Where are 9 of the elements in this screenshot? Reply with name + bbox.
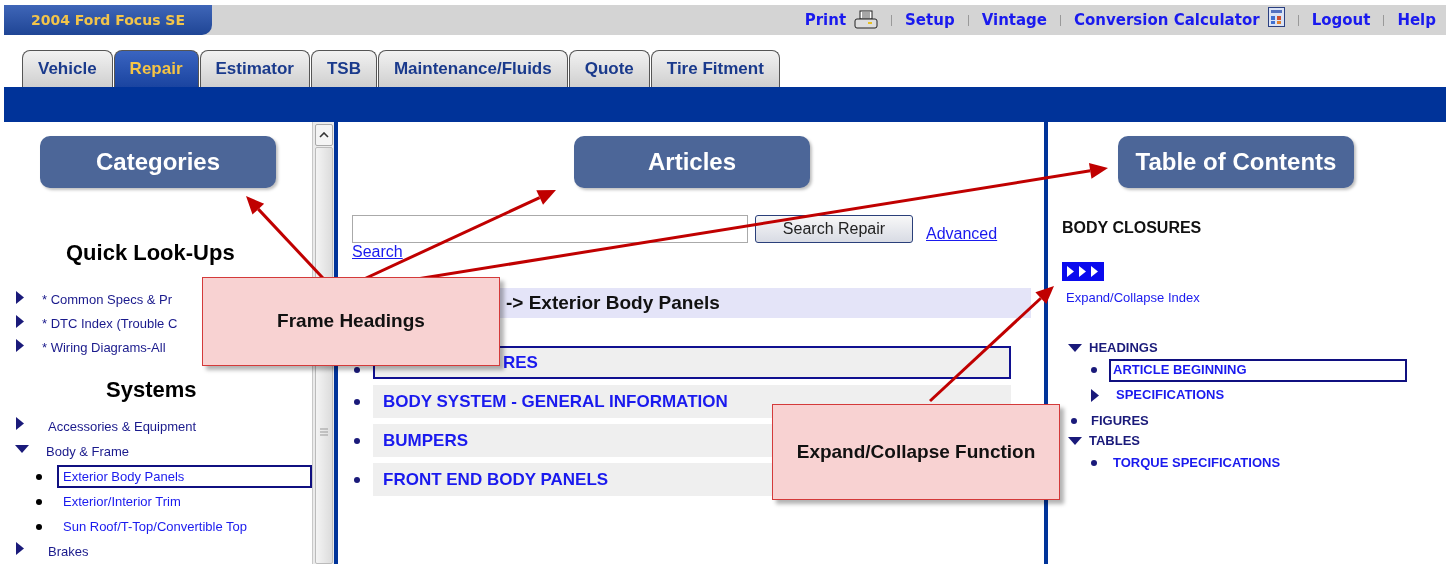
toc-title: BODY CLOSURES — [1062, 218, 1202, 238]
frame-heading: Articles — [574, 136, 810, 188]
section-title: Quick Look-Ups — [65, 239, 236, 267]
vehicle-badge: 2004 Ford Focus SE — [4, 5, 212, 35]
section-title: Systems — [105, 376, 198, 404]
frame-heading: Table of Contents — [1118, 136, 1354, 188]
callout-tooltip: Expand/Collapse Function — [772, 404, 1060, 500]
frame-heading: Categories — [40, 136, 276, 188]
callout-tooltip: Frame Headings — [202, 277, 500, 366]
